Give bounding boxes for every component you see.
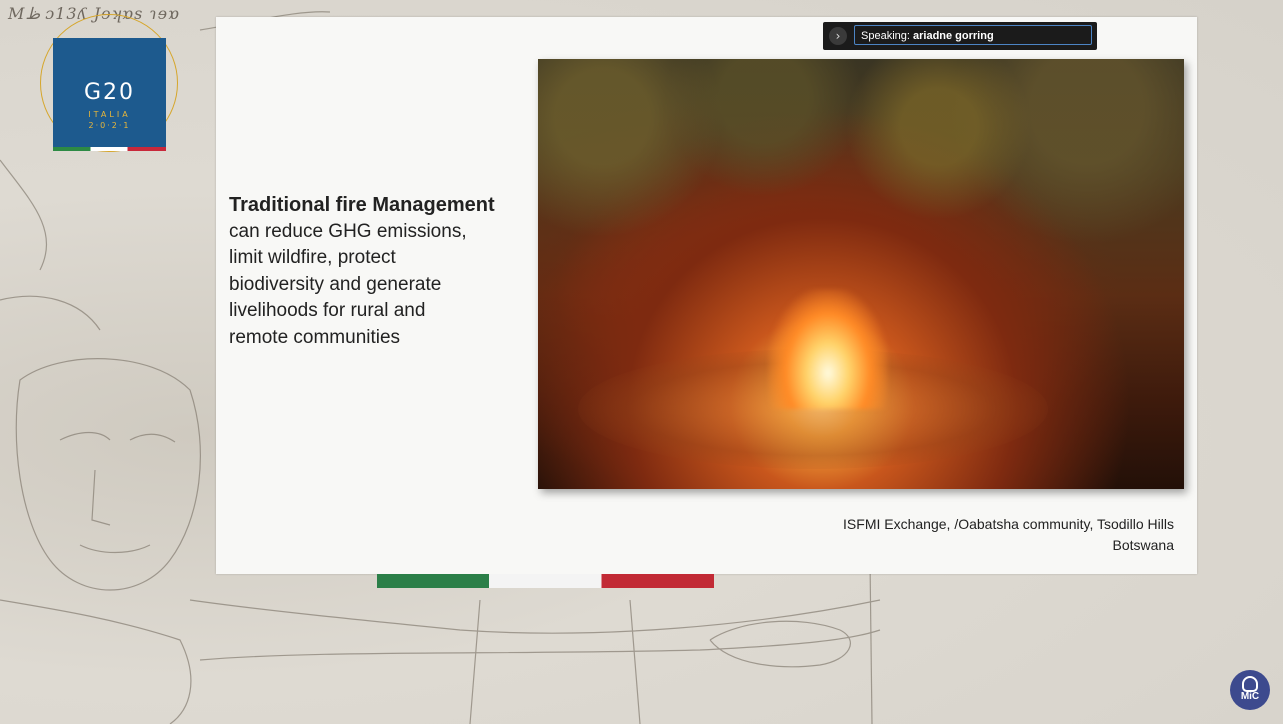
slide-body-line: livelihoods for rural and bbox=[229, 300, 426, 321]
slide-body-line: biodiversity and generate bbox=[229, 273, 442, 295]
speaker-indicator: › Speaking: ariadne gorring bbox=[823, 22, 1097, 50]
speaker-name-box: Speaking: ariadne gorring bbox=[854, 25, 1092, 45]
g20-logo: G20 ITALIA 2·0·2·1 bbox=[53, 38, 166, 151]
slide-heading: Traditional fire Management bbox=[229, 194, 495, 216]
slide-text-block: Traditional fire Management can reduce G… bbox=[229, 192, 534, 351]
photo-caption: ISFMI Exchange, /Oabatsha community, Tso… bbox=[700, 514, 1174, 556]
caption-line: Botswana bbox=[1112, 537, 1174, 553]
photo-trees bbox=[538, 59, 1184, 253]
chevron-right-icon[interactable]: › bbox=[829, 27, 847, 45]
italian-flag-bar bbox=[377, 574, 714, 588]
campfire-photo bbox=[538, 59, 1184, 489]
speaker-name: ariadne gorring bbox=[913, 30, 994, 42]
logo-main-text: G20 bbox=[83, 80, 136, 105]
photo-fire bbox=[768, 289, 888, 409]
slide-body-line: remote communities bbox=[229, 326, 401, 348]
logo-year-text: 2·0·2·1 bbox=[88, 121, 131, 130]
caption-line: ISFMI Exchange, /Oabatsha community, Tso… bbox=[843, 516, 1174, 532]
logo-flag-stripe bbox=[53, 147, 166, 151]
mic-label: MiC bbox=[1240, 691, 1260, 702]
slide-body-line: can reduce GHG emissions, bbox=[229, 220, 467, 242]
mic-badge: MiC bbox=[1230, 670, 1270, 710]
mic-figure-icon bbox=[1242, 676, 1258, 692]
slide-body-line: limit wildfire, protect bbox=[229, 247, 396, 268]
speaker-prefix: Speaking: bbox=[861, 30, 910, 42]
logo-country-text: ITALIA bbox=[88, 110, 131, 119]
